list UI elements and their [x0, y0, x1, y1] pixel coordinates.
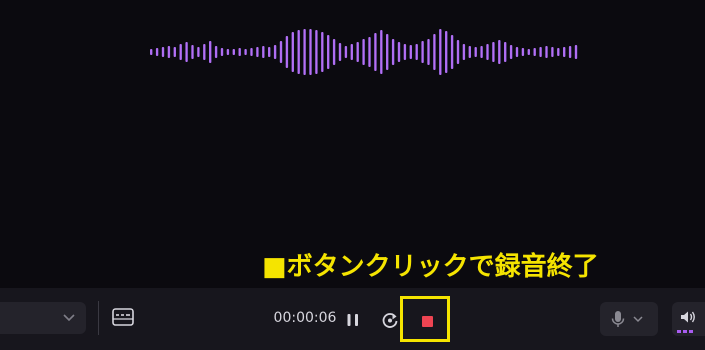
waveform-bar [557, 48, 560, 56]
volume-level-indicator [677, 330, 693, 333]
waveform-bar [391, 39, 395, 65]
waveform-bar [486, 44, 489, 60]
waveform-bar [279, 41, 283, 63]
toolbar-divider [98, 301, 99, 335]
waveform-bar [504, 42, 507, 62]
waveform-bar [303, 29, 306, 75]
speaker-icon [681, 311, 695, 323]
waveform-bar [574, 45, 578, 59]
waveform-bar [515, 47, 519, 57]
microphone-icon [611, 311, 625, 327]
waveform-bar [150, 49, 153, 55]
instruction-annotation: ■ボタンクリックで録音終了 [262, 252, 599, 282]
waveform-bar [244, 49, 247, 55]
recording-timer: 00:00:06 [273, 310, 337, 326]
waveform-bar [439, 29, 442, 75]
waveform-bar [539, 47, 542, 57]
waveform-bar [297, 30, 300, 74]
waveform-bar [203, 44, 206, 60]
waveform-bar [232, 49, 235, 55]
waveform-bar [350, 44, 353, 60]
waveform-bar [563, 47, 566, 57]
waveform-bar [509, 45, 513, 59]
waveform-bar [285, 36, 289, 68]
waveform-bar [415, 44, 418, 60]
waveform-bar [197, 47, 200, 57]
chevron-down-icon [633, 316, 643, 323]
waveform-bar [173, 47, 176, 57]
waveform-bar [368, 37, 371, 67]
waveform-bar [214, 46, 218, 58]
waveform-bar [409, 45, 412, 59]
waveform-bar [185, 42, 188, 62]
waveform-bars [150, 29, 578, 75]
waveform-bar [327, 35, 330, 69]
waveform-bar [362, 39, 365, 65]
waveform-bar [427, 39, 430, 65]
waveform-bar [155, 48, 159, 56]
waveform-bar [179, 44, 182, 60]
waveform-bar [450, 35, 454, 69]
waveform-bar [209, 41, 212, 63]
waveform-bar [527, 49, 530, 55]
waveform-bar [568, 46, 572, 58]
waveform-bar [256, 47, 259, 57]
waveform-bar [191, 45, 194, 59]
waveform-bar [220, 48, 224, 56]
microphone-toggle[interactable] [600, 302, 658, 336]
waveform-bar [268, 47, 271, 57]
waveform-bar [433, 34, 436, 70]
waveform-bar [226, 49, 230, 55]
waveform-bar [551, 47, 554, 57]
waveform-bar [161, 47, 165, 57]
waveform-bar [238, 48, 241, 56]
waveform-bar [374, 33, 377, 71]
waveform-bar [421, 41, 424, 63]
waveform-bar [273, 45, 277, 59]
waveform-bar [262, 46, 265, 58]
waveform-bar [309, 29, 312, 75]
waveform-bar [462, 44, 466, 60]
waveform-bar [386, 34, 389, 70]
audio-waveform [150, 29, 578, 75]
captions-icon[interactable] [110, 305, 136, 331]
waveform-bar [474, 47, 477, 57]
speaker-toggle[interactable] [672, 302, 705, 336]
waveform-bar [321, 32, 324, 72]
waveform-bar [291, 32, 294, 72]
waveform-bar [356, 42, 359, 62]
waveform-bar [480, 46, 483, 58]
device-select[interactable] [0, 302, 86, 334]
waveform-bar [498, 40, 501, 64]
waveform-bar [338, 43, 342, 61]
waveform-bar [315, 30, 318, 74]
waveform-bar [533, 48, 536, 56]
waveform-bar [521, 48, 525, 56]
chevron-down-icon [63, 314, 75, 322]
waveform-bar [250, 48, 253, 56]
waveform-bar [332, 39, 336, 65]
waveform-bar [167, 46, 171, 58]
stop-icon[interactable] [422, 316, 433, 327]
waveform-bar [468, 46, 471, 58]
waveform-bar [445, 31, 448, 73]
redo-icon[interactable] [380, 310, 400, 330]
stop-recording-highlight [400, 296, 450, 342]
waveform-bar [403, 44, 407, 60]
pause-icon[interactable] [343, 310, 363, 330]
waveform-bar [380, 30, 383, 74]
waveform-bar [545, 46, 548, 58]
waveform-bar [397, 42, 401, 62]
waveform-bar [492, 42, 495, 62]
recording-toolbar: 00:00:06 [0, 288, 705, 350]
waveform-bar [456, 40, 460, 64]
waveform-bar [344, 46, 348, 58]
